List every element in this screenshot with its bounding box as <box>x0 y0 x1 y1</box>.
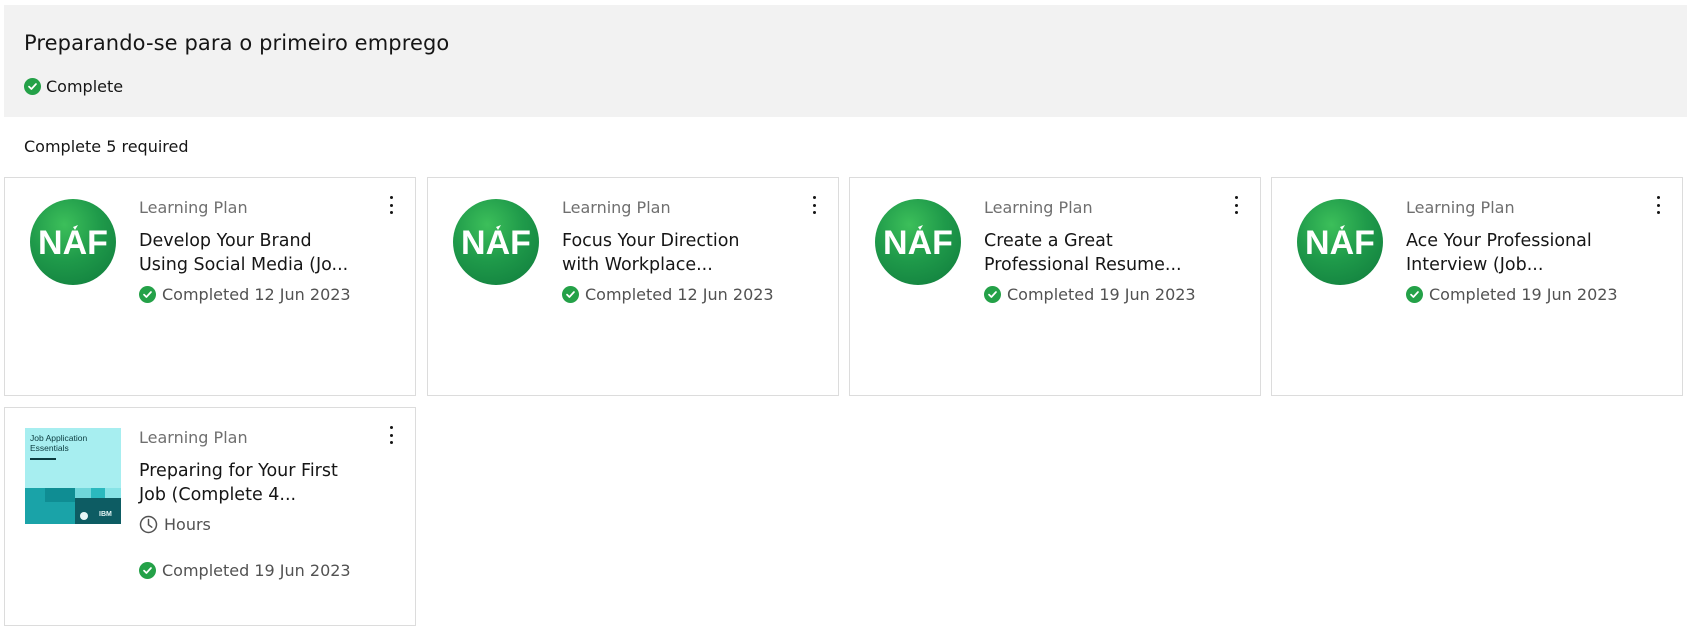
card-type: Learning Plan <box>139 428 248 447</box>
naf-logo: NAF <box>875 199 961 285</box>
duration: Hours <box>139 515 211 534</box>
learning-plan-card[interactable]: NAF Learning Plan Ace Your Professional … <box>1271 177 1683 396</box>
overflow-menu-icon[interactable] <box>387 196 395 214</box>
completion-date: Completed 19 Jun 2023 <box>1007 285 1196 304</box>
job-application-thumbnail: Job Application Essentials IBM <box>25 428 121 524</box>
learning-plan-card[interactable]: Job Application Essentials IBM Learning … <box>4 407 416 626</box>
card-type: Learning Plan <box>984 198 1093 217</box>
learning-plan-card[interactable]: NAF Learning Plan Create a Great Profess… <box>849 177 1261 396</box>
overflow-menu-icon[interactable] <box>1654 196 1662 214</box>
completion-date: Completed 12 Jun 2023 <box>585 285 774 304</box>
checkmark-icon <box>139 562 156 579</box>
naf-logo: NAF <box>453 199 539 285</box>
checkmark-icon <box>24 78 41 95</box>
learning-plan-card[interactable]: NAF Learning Plan Focus Your Direction w… <box>427 177 839 396</box>
completion-status: Completed 12 Jun 2023 <box>562 285 774 304</box>
checkmark-icon <box>139 286 156 303</box>
section-status-label: Complete <box>46 77 124 96</box>
svg-text:NAF: NAF <box>38 224 108 262</box>
checkmark-icon <box>1406 286 1423 303</box>
thumbnail-title-line-2: Essentials <box>30 443 69 453</box>
card-title-line-2: Job (Complete 4... <box>139 485 297 505</box>
card-title[interactable]: Create a Great Professional Resume... <box>984 229 1214 277</box>
ibm-logo: IBM <box>99 511 112 518</box>
card-title[interactable]: Develop Your Brand Using Social Media (J… <box>139 229 369 277</box>
requirement-text: Complete 5 required <box>24 137 189 156</box>
card-type: Learning Plan <box>1406 198 1515 217</box>
completion-status: Completed 19 Jun 2023 <box>1406 285 1618 304</box>
checkmark-icon <box>562 286 579 303</box>
overflow-menu-icon[interactable] <box>1232 196 1240 214</box>
card-title-line-2: with Workplace... <box>562 255 713 275</box>
naf-logo: NAF <box>1297 199 1383 285</box>
completion-date: Completed 19 Jun 2023 <box>162 561 351 580</box>
card-title-line-1: Ace Your Professional <box>1406 231 1592 251</box>
section-title: Preparando-se para o primeiro emprego <box>24 31 450 55</box>
overflow-menu-icon[interactable] <box>810 196 818 214</box>
svg-text:NAF: NAF <box>461 224 531 262</box>
svg-text:NAF: NAF <box>1305 224 1375 262</box>
duration-label: Hours <box>164 515 211 534</box>
completion-status: Completed 19 Jun 2023 <box>984 285 1196 304</box>
learning-plan-card[interactable]: NAF Learning Plan Develop Your Brand Usi… <box>4 177 416 396</box>
completion-date: Completed 19 Jun 2023 <box>1429 285 1618 304</box>
card-title-line-2: Professional Resume... <box>984 255 1182 275</box>
completion-status: Completed 12 Jun 2023 <box>139 285 351 304</box>
card-title-line-1: Preparing for Your First <box>139 461 338 481</box>
card-title-line-1: Create a Great <box>984 231 1113 251</box>
thumbnail-title-line-1: Job Application <box>30 433 88 443</box>
card-title[interactable]: Preparing for Your First Job (Complete 4… <box>139 459 369 507</box>
clock-icon <box>139 515 158 534</box>
svg-text:NAF: NAF <box>883 224 953 262</box>
card-type: Learning Plan <box>139 198 248 217</box>
completion-status: Completed 19 Jun 2023 <box>139 561 351 580</box>
checkmark-icon <box>984 286 1001 303</box>
card-title[interactable]: Ace Your Professional Interview (Job... <box>1406 229 1636 277</box>
naf-logo: NAF <box>30 199 116 285</box>
card-title[interactable]: Focus Your Direction with Workplace... <box>562 229 792 277</box>
card-title-line-2: Using Social Media (Jo... <box>139 255 349 275</box>
card-title-line-1: Develop Your Brand <box>139 231 312 251</box>
card-title-line-2: Interview (Job... <box>1406 255 1544 275</box>
card-type: Learning Plan <box>562 198 671 217</box>
overflow-menu-icon[interactable] <box>387 426 395 444</box>
completion-date: Completed 12 Jun 2023 <box>162 285 351 304</box>
section-header: Preparando-se para o primeiro emprego Co… <box>4 5 1687 117</box>
card-title-line-1: Focus Your Direction <box>562 231 740 251</box>
section-status: Complete <box>24 77 123 96</box>
